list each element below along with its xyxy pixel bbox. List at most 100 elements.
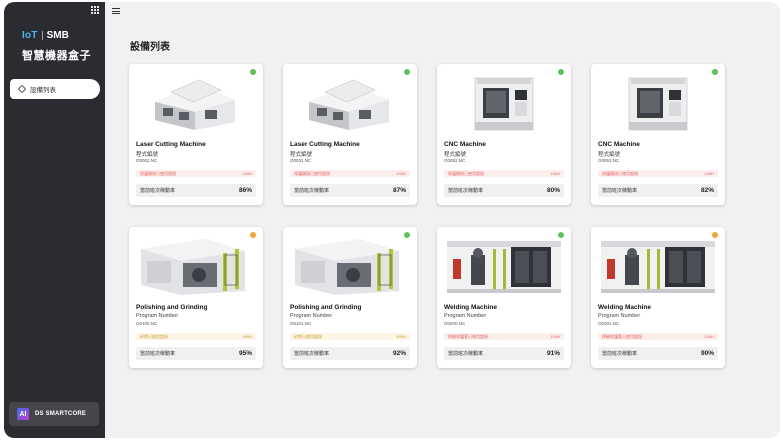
utilization-value: 91%	[546, 350, 560, 357]
alert-text: 保護鏡過已使用超過	[140, 170, 176, 176]
machine-image	[601, 241, 715, 293]
program-file: O0052.NC	[444, 158, 466, 163]
utilization-bar: 當前班次稼動率 80%	[444, 184, 564, 197]
ds-smartcore-card[interactable]: AI DS SMARTCORE	[9, 402, 99, 426]
program-file: O0200.NC	[444, 321, 466, 326]
machine-name: Polishing and Grinding	[290, 304, 362, 311]
machine-image	[447, 241, 561, 293]
program-file: O0201.NC	[598, 321, 620, 326]
brand-logo: IoT SMB 智慧機器盒子	[22, 30, 91, 63]
utilization-label: 當前班次稼動率	[602, 351, 638, 357]
program-label: Program Number	[136, 313, 179, 319]
utilization-value: 87%	[392, 187, 406, 194]
alert-value: 100H	[704, 171, 714, 176]
sidebar: IoT SMB 智慧機器盒子 設備列表 AI DS SMARTCORE	[4, 2, 105, 438]
brand-smb: SMB	[46, 30, 69, 41]
maintenance-alert: 保護鏡過已使用超過 100H	[598, 170, 718, 177]
alert-text: 保護鏡過已使用超過	[294, 170, 330, 176]
alert-value: 100H	[242, 171, 252, 176]
machine-image	[474, 77, 534, 131]
brand-subtitle: 智慧機器盒子	[22, 50, 91, 62]
utilization-value: 86%	[238, 187, 252, 194]
utilization-value: 92%	[392, 350, 406, 357]
machine-image	[295, 239, 399, 295]
page-title: 設備列表	[130, 42, 170, 53]
alert-value: 100H	[704, 334, 714, 339]
utilization-value: 82%	[700, 187, 714, 194]
utilization-label: 當前班次稼動率	[448, 188, 484, 194]
utilization-label: 當前班次稼動率	[140, 351, 176, 357]
machine-image	[309, 79, 389, 130]
machine-image	[628, 77, 688, 131]
program-file: O0031.NC	[290, 158, 312, 163]
program-file: O0101.NC	[290, 321, 312, 326]
utilization-bar: 當前班次稼動率 87%	[290, 184, 410, 197]
app-frame: IoT SMB 智慧機器盒子 設備列表 AI DS SMARTCORE 設備列表…	[4, 2, 780, 438]
alert-text: 保護鏡過已使用超過	[448, 170, 484, 176]
machine-card-7[interactable]: Welding Machine Program Number O0200.NC …	[437, 227, 571, 368]
utilization-bar: 當前班次稼動率 91%	[444, 347, 564, 360]
machine-card-5[interactable]: Polishing and Grinding Program Number O0…	[129, 227, 263, 368]
machine-card-1[interactable]: Laser Cutting Machine 程式編號 O0002.NC 保護鏡過…	[129, 64, 263, 205]
maintenance-alert: 保護鏡過已使用超過 100H	[136, 170, 256, 177]
maintenance-alert: 砂帶已使用超過 500H	[136, 333, 256, 340]
utilization-value: 95%	[238, 350, 252, 357]
alert-value: 100H	[550, 334, 560, 339]
program-label: Program Number	[444, 313, 487, 319]
program-label: 程式編號	[290, 152, 313, 158]
alert-text: 保護鏡過已使用超過	[602, 170, 638, 176]
machine-name: Polishing and Grinding	[136, 304, 208, 311]
utilization-bar: 當前班次稼動率 86%	[136, 184, 256, 197]
brand-iot: IoT	[22, 30, 38, 41]
program-label: 程式編號	[444, 152, 467, 158]
alert-value: 100H	[550, 171, 560, 176]
utilization-value: 90%	[700, 350, 714, 357]
machine-name: CNC Machine	[444, 141, 486, 148]
program-file: O0053.NC	[598, 158, 620, 163]
utilization-bar: 當前班次稼動率 90%	[598, 347, 718, 360]
machine-card-4[interactable]: CNC Machine 程式編號 O0053.NC 保護鏡過已使用超過 100H…	[591, 64, 725, 205]
program-label: Program Number	[598, 313, 641, 319]
sidebar-item-label: 設備列表	[30, 87, 56, 94]
brand-separator	[41, 31, 43, 40]
hamburger-menu-icon[interactable]	[112, 8, 120, 14]
maintenance-alert: 焊槍保護套已使用超過 100H	[444, 333, 564, 340]
machine-image	[155, 79, 235, 130]
utilization-label: 當前班次稼動率	[294, 188, 330, 194]
machine-name: Welding Machine	[444, 304, 497, 311]
maintenance-alert: 砂帶已使用超過 500H	[290, 333, 410, 340]
machine-name: Laser Cutting Machine	[290, 141, 360, 148]
diamond-icon	[17, 84, 27, 94]
utilization-bar: 當前班次稼動率 92%	[290, 347, 410, 360]
machine-card-6[interactable]: Polishing and Grinding Program Number O0…	[283, 227, 417, 368]
machine-name: Laser Cutting Machine	[136, 141, 206, 148]
machine-card-3[interactable]: CNC Machine 程式編號 O0052.NC 保護鏡過已使用超過 100H…	[437, 64, 571, 205]
utilization-bar: 當前班次稼動率 82%	[598, 184, 718, 197]
machine-card-8[interactable]: Welding Machine Program Number O0201.NC …	[591, 227, 725, 368]
alert-text: 焊槍保護套已使用超過	[602, 333, 642, 339]
maintenance-alert: 保護鏡過已使用超過 100H	[444, 170, 564, 177]
utilization-label: 當前班次稼動率	[448, 351, 484, 357]
maintenance-alert: 保護鏡過已使用超過 100H	[290, 170, 410, 177]
machine-name: CNC Machine	[598, 141, 640, 148]
machine-name: Welding Machine	[598, 304, 651, 311]
alert-value: 500H	[242, 334, 252, 339]
utilization-label: 當前班次稼動率	[602, 188, 638, 194]
program-label: 程式編號	[136, 152, 159, 158]
program-label: Program Number	[290, 313, 333, 319]
sidebar-item-device-list[interactable]: 設備列表	[10, 79, 100, 99]
app-grid-icon[interactable]	[91, 6, 99, 14]
program-file: O0002.NC	[136, 158, 158, 163]
alert-text: 砂帶已使用超過	[140, 333, 168, 339]
alert-text: 焊槍保護套已使用超過	[448, 333, 488, 339]
alert-value: 500H	[396, 334, 406, 339]
program-file: O0100.NC	[136, 321, 158, 326]
machine-image	[141, 239, 245, 295]
utilization-label: 當前班次稼動率	[294, 351, 330, 357]
ai-logo-icon: AI	[17, 408, 29, 420]
program-label: 程式編號	[598, 152, 621, 158]
machine-card-2[interactable]: Laser Cutting Machine 程式編號 O0031.NC 保護鏡過…	[283, 64, 417, 205]
maintenance-alert: 焊槍保護套已使用超過 100H	[598, 333, 718, 340]
utilization-bar: 當前班次稼動率 95%	[136, 347, 256, 360]
utilization-value: 80%	[546, 187, 560, 194]
